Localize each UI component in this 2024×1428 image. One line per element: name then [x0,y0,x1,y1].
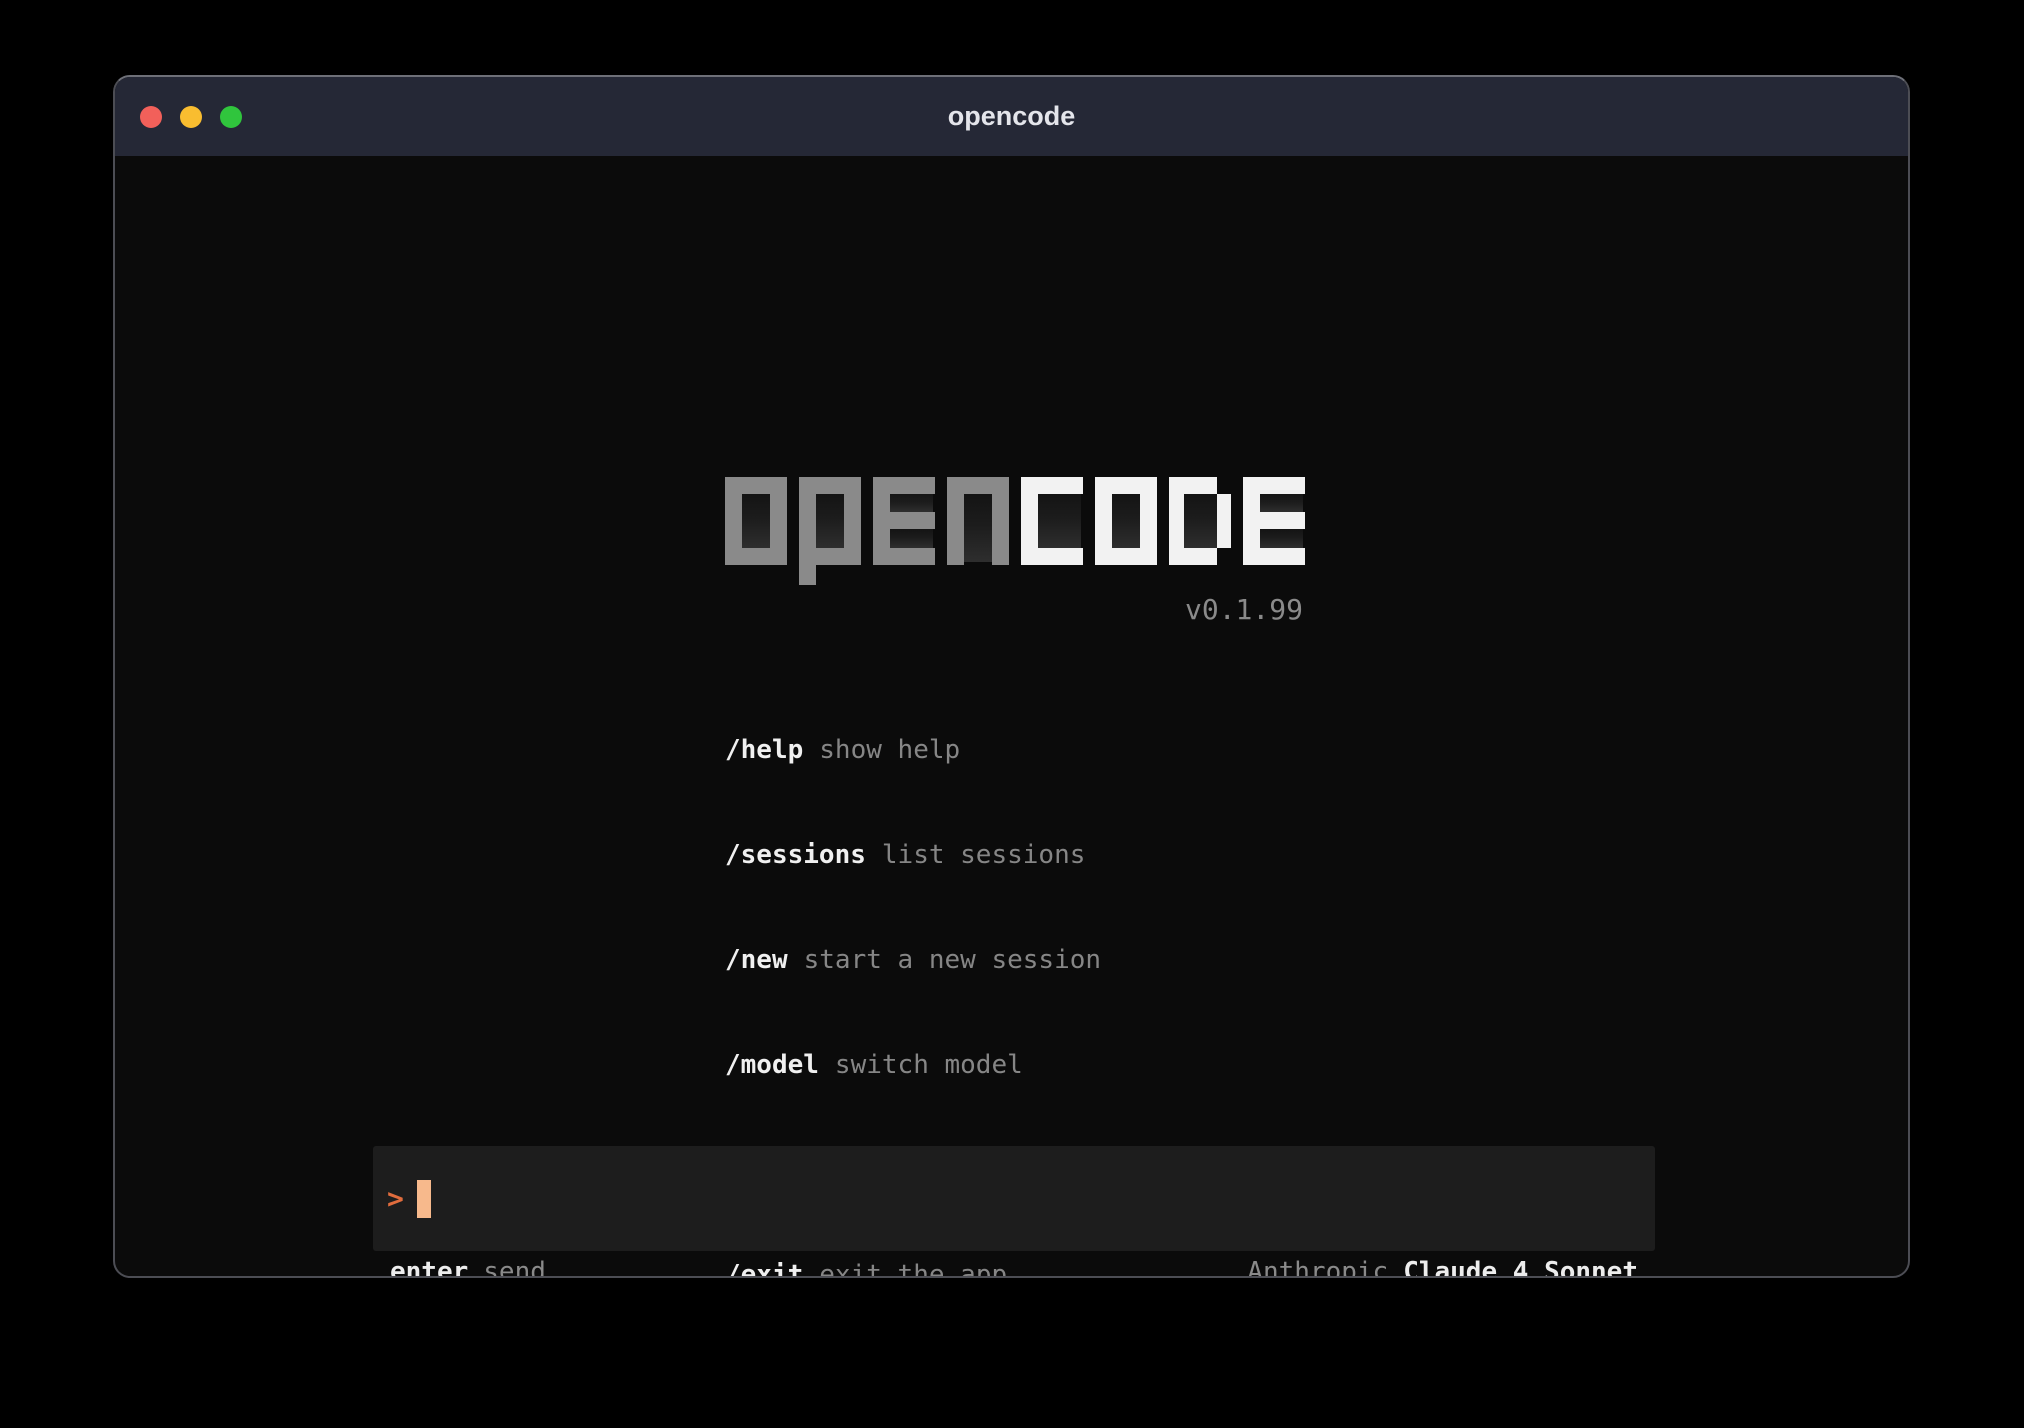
command-desc: list sessions [882,840,1086,870]
model-label: Claude 4 Sonnet [1403,1257,1638,1278]
opencode-window: opencode [113,75,1910,1278]
version-label: v0.1.99 [725,593,1303,626]
window-titlebar: opencode [115,77,1908,156]
command-name: /model [725,1050,819,1080]
command-row-help: /help show help [725,733,1101,768]
text-cursor [417,1180,431,1218]
close-button[interactable] [140,106,162,128]
model-indicator: Anthropic Claude 4 Sonnet [1247,1256,1638,1278]
send-hint: enter send [390,1256,546,1278]
terminal-content: v0.1.99 /help show help /sessions list ses… [115,156,1908,1276]
prompt-chevron-icon: > [387,1182,404,1215]
traffic-lights [140,77,242,156]
prompt-input[interactable]: > [373,1146,1655,1251]
command-desc: switch model [835,1050,1023,1080]
status-bar: enter send Anthropic Claude 4 Sonnet [373,1256,1655,1278]
zoom-button[interactable] [220,106,242,128]
command-name: /sessions [725,840,866,870]
command-row-sessions: /sessions list sessions [725,838,1101,873]
provider-label: Anthropic [1247,1257,1388,1278]
command-desc: show help [819,735,960,765]
minimize-button[interactable] [180,106,202,128]
command-name: /help [725,735,803,765]
send-action-label: send [483,1257,546,1278]
window-title: opencode [948,101,1076,132]
command-row-model: /model switch model [725,1048,1101,1083]
command-name: /new [725,945,788,975]
opencode-logo [725,477,1305,589]
command-row-new: /new start a new session [725,943,1101,978]
enter-key-label: enter [390,1257,468,1278]
command-desc: start a new session [804,945,1101,975]
